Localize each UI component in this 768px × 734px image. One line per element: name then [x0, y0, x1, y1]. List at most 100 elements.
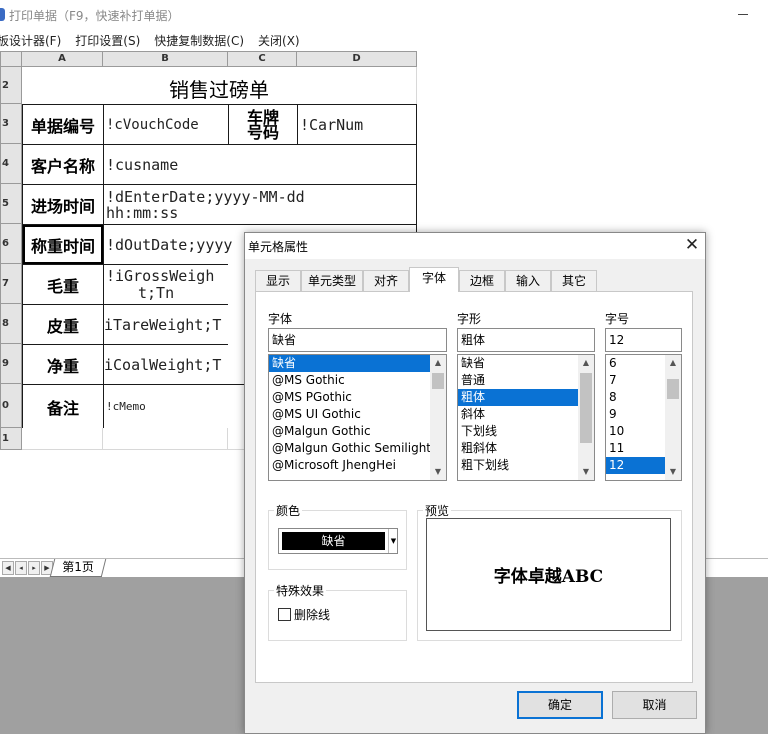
cell-net-value[interactable]: iCoalWeight;T — [103, 344, 229, 385]
minimize-button[interactable] — [738, 14, 748, 15]
cell-tare-label[interactable]: 皮重 — [22, 304, 104, 345]
column-header-a[interactable]: A — [22, 51, 103, 67]
style-option[interactable]: 粗下划线 — [458, 457, 578, 474]
style-option[interactable]: 下划线 — [458, 423, 578, 440]
font-name-input[interactable]: 缺省 — [268, 328, 447, 352]
cell-b11[interactable] — [103, 428, 228, 450]
cell-tare-value[interactable]: iTareWeight;T — [103, 304, 229, 345]
style-option[interactable]: 斜体 — [458, 406, 578, 423]
prev-sheet-icon[interactable]: ◂ — [15, 561, 27, 575]
style-option[interactable]: 粗斜体 — [458, 440, 578, 457]
select-all-corner[interactable] — [0, 51, 22, 67]
font-list-scrollbar[interactable]: ▲ ▼ — [430, 355, 446, 480]
cell-plate-value[interactable]: !CarNum — [297, 104, 417, 145]
menu-quick-copy[interactable]: 快捷复制数据(C) — [154, 32, 244, 49]
cancel-button[interactable]: 取消 — [612, 691, 697, 719]
ok-button[interactable]: 确定 — [517, 691, 603, 719]
scroll-down-icon[interactable]: ▼ — [430, 464, 446, 480]
color-picker[interactable]: 缺省 ▼ — [278, 528, 398, 554]
cell-a11[interactable] — [22, 428, 103, 450]
row-header-10[interactable]: 0 — [0, 384, 22, 428]
size-option[interactable]: 8 — [606, 389, 665, 406]
font-style-input[interactable]: 粗体 — [457, 328, 595, 352]
tab-cell-type[interactable]: 单元类型 — [301, 270, 363, 291]
menu-close[interactable]: 关闭(X) — [258, 32, 300, 49]
cell-gross-value[interactable]: !iGrossWeigh t;Tn — [103, 264, 229, 305]
size-option[interactable]: 10 — [606, 423, 665, 440]
cell-gross-label[interactable]: 毛重 — [22, 264, 104, 305]
strikethrough-label[interactable]: 删除线 — [294, 606, 330, 623]
column-header-b[interactable]: B — [103, 51, 228, 67]
cell-customer-label[interactable]: 客户名称 — [22, 144, 104, 185]
cell-net-label[interactable]: 净重 — [22, 344, 104, 385]
scroll-thumb[interactable] — [580, 373, 592, 443]
size-option[interactable]: 6 — [606, 355, 665, 372]
font-option[interactable]: 缺省 — [269, 355, 430, 372]
font-option[interactable]: @Malgun Gothic Semilight — [269, 440, 430, 457]
dropdown-arrow-icon[interactable]: ▼ — [388, 529, 398, 553]
report-title-cell[interactable]: 销售过磅单 — [22, 67, 417, 104]
cell-enter-label[interactable]: 进场时间 — [22, 184, 104, 225]
scroll-thumb[interactable] — [432, 373, 444, 389]
style-option[interactable]: 粗体 — [458, 389, 578, 406]
font-size-input[interactable]: 12 — [605, 328, 682, 352]
size-option[interactable]: 7 — [606, 372, 665, 389]
scroll-thumb[interactable] — [667, 379, 679, 399]
size-list-scrollbar[interactable]: ▲ ▼ — [665, 355, 681, 480]
column-header-c[interactable]: C — [228, 51, 297, 67]
dialog-title-bar[interactable]: 单元格属性 ✕ — [245, 233, 705, 259]
style-list-scrollbar[interactable]: ▲ ▼ — [578, 355, 594, 480]
scroll-down-icon[interactable]: ▼ — [665, 464, 681, 480]
sheet-tab-page1[interactable]: 第1页 — [49, 559, 107, 577]
cell-bill-no-label[interactable]: 单据编号 — [22, 104, 104, 145]
cell-weigh-label[interactable]: 称重时间 — [22, 224, 104, 265]
font-size-list[interactable]: 6 7 8 9 10 11 12 ▲ ▼ — [605, 354, 682, 481]
font-option[interactable]: @Malgun Gothic — [269, 423, 430, 440]
scroll-up-icon[interactable]: ▲ — [578, 355, 594, 371]
style-option[interactable]: 缺省 — [458, 355, 578, 372]
gross-value-line1: !iGrossWeigh — [106, 266, 215, 285]
strikethrough-checkbox[interactable] — [278, 608, 291, 621]
column-header-d[interactable]: D — [297, 51, 417, 67]
first-sheet-icon[interactable]: ◀ — [2, 561, 14, 575]
font-option[interactable]: @Microsoft JhengHei — [269, 457, 430, 474]
row-header-11[interactable]: 1 — [0, 428, 22, 450]
tab-font[interactable]: 字体 — [409, 267, 459, 292]
tab-border[interactable]: 边框 — [459, 270, 505, 291]
row-header-5[interactable]: 5 — [0, 184, 22, 224]
cell-memo-label[interactable]: 备注 — [22, 384, 104, 429]
font-option[interactable]: @MS UI Gothic — [269, 406, 430, 423]
scroll-down-icon[interactable]: ▼ — [578, 464, 594, 480]
size-option[interactable]: 11 — [606, 440, 665, 457]
cell-enter-value[interactable]: !dEnterDate;yyyy-MM-dd hh:mm:ss — [103, 184, 417, 225]
row-header-6[interactable]: 6 — [0, 224, 22, 264]
size-option[interactable]: 12 — [606, 457, 665, 474]
size-option[interactable]: 9 — [606, 406, 665, 423]
tab-input[interactable]: 输入 — [505, 270, 551, 291]
row-header-2[interactable]: 2 — [0, 67, 22, 104]
style-option[interactable]: 普通 — [458, 372, 578, 389]
row-header-4[interactable]: 4 — [0, 144, 22, 184]
cell-plate-label[interactable]: 车牌号码 — [228, 104, 298, 145]
cell-customer-value[interactable]: !cusname — [103, 144, 417, 185]
font-name-list[interactable]: 缺省 @MS Gothic @MS PGothic @MS UI Gothic … — [268, 354, 447, 481]
title-bar: 打印单据（F9，快速补打单据） — [0, 0, 768, 30]
font-option[interactable]: @MS PGothic — [269, 389, 430, 406]
scroll-up-icon[interactable]: ▲ — [430, 355, 446, 371]
font-style-list[interactable]: 缺省 普通 粗体 斜体 下划线 粗斜体 粗下划线 ▲ ▼ — [457, 354, 595, 481]
font-option[interactable]: @MS Gothic — [269, 372, 430, 389]
cell-bill-no-value[interactable]: !cVouchCode — [103, 104, 229, 145]
menu-designer[interactable]: 板设计器(F) — [0, 32, 61, 49]
close-icon[interactable]: ✕ — [683, 235, 701, 255]
next-sheet-icon[interactable]: ▸ — [28, 561, 40, 575]
scroll-up-icon[interactable]: ▲ — [665, 355, 681, 371]
tab-display[interactable]: 显示 — [255, 270, 301, 291]
tab-other[interactable]: 其它 — [551, 270, 597, 291]
tab-align[interactable]: 对齐 — [363, 270, 409, 291]
row-header-3[interactable]: 3 — [0, 104, 22, 144]
row-header-8[interactable]: 8 — [0, 304, 22, 344]
enter-value-line2: hh:mm:ss — [106, 203, 179, 222]
menu-print-settings[interactable]: 打印设置(S) — [75, 32, 140, 49]
row-header-9[interactable]: 9 — [0, 344, 22, 384]
row-header-7[interactable]: 7 — [0, 264, 22, 304]
